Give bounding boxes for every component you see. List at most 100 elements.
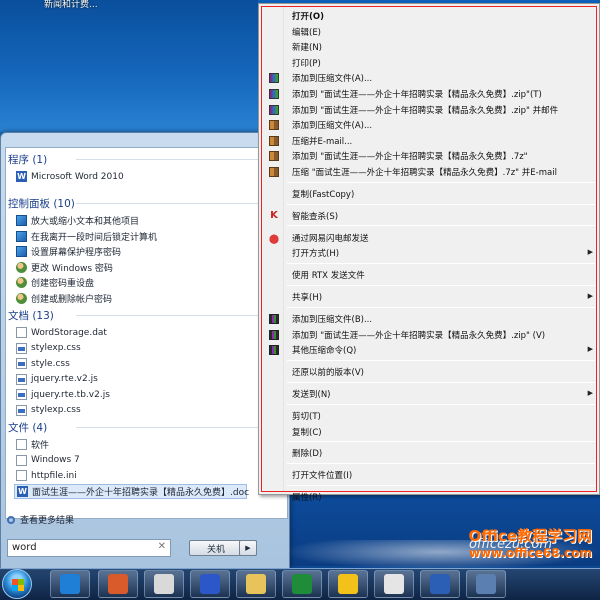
result-item[interactable]: stylexp.css <box>16 341 81 356</box>
taskbar-button[interactable] <box>236 570 276 598</box>
menu-item[interactable]: 添加到压缩文件(B)... <box>263 311 595 327</box>
taskbar-button[interactable] <box>420 570 460 598</box>
group-header[interactable]: 文件 (4) <box>8 420 47 434</box>
menu-item[interactable]: 压缩并E-mail... <box>263 133 595 149</box>
menu-item[interactable]: 删除(D) <box>263 445 595 461</box>
menu-item-label: 添加到 "面试生涯——外企十年招聘实录【精品永久免费】.zip"(T) <box>292 90 542 100</box>
result-item[interactable]: style.css <box>16 356 70 371</box>
menu-icon-placeholder <box>267 291 281 303</box>
group-divider <box>76 315 281 316</box>
menu-separator <box>287 359 595 361</box>
result-item[interactable]: 创建密码重设盘 <box>16 275 94 290</box>
pen-tool-icon <box>154 574 174 594</box>
menu-item[interactable]: 编辑(E) <box>263 24 595 40</box>
shutdown-options-button[interactable]: ▶ <box>239 540 257 556</box>
result-item[interactable]: 在我离开一段时间后锁定计算机 <box>16 229 157 244</box>
books-icon <box>269 314 279 324</box>
menu-separator <box>287 203 595 205</box>
result-item[interactable]: Windows 7 <box>16 453 80 468</box>
menu-item[interactable]: 打开(O) <box>263 8 595 24</box>
desktop-icon-label[interactable]: 新闻和计费... <box>44 0 98 10</box>
menu-item[interactable]: 添加到 "面试生涯——外企十年招聘实录【精品永久免费】.zip"(T) <box>263 86 595 102</box>
antivirus-icon: K <box>270 209 278 221</box>
menu-item[interactable]: 复制(C) <box>263 424 595 440</box>
menu-item[interactable]: 剪切(T) <box>263 408 595 424</box>
taskbar-button[interactable] <box>374 570 414 598</box>
result-item-label: style.css <box>31 358 70 369</box>
menu-item[interactable]: 打印(P) <box>263 55 595 71</box>
watermark-main: Office教程学习网 <box>468 527 592 545</box>
search-input-value: word <box>12 542 37 553</box>
group-header[interactable]: 程序 (1) <box>8 152 47 166</box>
menu-item[interactable]: 添加到 "面试生涯——外企十年招聘实录【精品永久免费】.7z" <box>263 148 595 164</box>
taskbar-button[interactable] <box>328 570 368 598</box>
taskbar-button[interactable] <box>190 570 230 598</box>
result-item[interactable]: W 面试生涯——外企十年招聘实录【精品永久免费】.doc <box>14 483 250 499</box>
file-icon <box>16 327 27 338</box>
result-item[interactable]: 软件 <box>16 437 49 452</box>
menu-item-label: 智能查杀(S) <box>292 211 339 222</box>
taskbar <box>0 568 600 600</box>
menu-item[interactable]: 添加到压缩文件(A)... <box>263 117 595 133</box>
result-item[interactable]: W Microsoft Word 2010 <box>16 169 124 184</box>
result-item[interactable]: stylexp.css <box>16 403 81 418</box>
paint-icon <box>108 574 128 594</box>
menu-separator <box>287 441 595 443</box>
taskbar-button[interactable] <box>466 570 506 598</box>
taskbar-button[interactable] <box>144 570 184 598</box>
menu-item[interactable]: 复制(FastCopy) <box>263 186 595 202</box>
menu-item[interactable]: 打开文件位置(I) <box>263 467 595 483</box>
start-button[interactable] <box>2 569 32 599</box>
submenu-arrow-icon: ▶ <box>587 389 593 397</box>
result-item[interactable]: httpfile.ini <box>16 468 77 483</box>
winrar-icon <box>269 89 279 99</box>
menu-item[interactable]: 新建(N) <box>263 39 595 55</box>
taskbar-button[interactable] <box>98 570 138 598</box>
search-input[interactable]: word ✕ <box>7 539 171 557</box>
7zip-icon <box>269 135 279 146</box>
group-header[interactable]: 控制面板 (10) <box>8 196 75 210</box>
menu-item[interactable]: 发送到(N) ▶ <box>263 386 595 402</box>
menu-separator <box>287 181 595 183</box>
control-panel-icon <box>16 230 27 242</box>
group-header[interactable]: 文档 (13) <box>8 308 54 322</box>
result-item-label: 面试生涯——外企十年招聘实录【精品永久免费】.doc <box>32 487 250 498</box>
menu-separator <box>287 381 595 383</box>
windows-logo-icon <box>12 579 24 591</box>
menu-item[interactable]: 添加到 "面试生涯——外企十年招聘实录【精品永久免费】.zip" 并邮件 <box>263 102 595 118</box>
result-item-label: 在我离开一段时间后锁定计算机 <box>31 232 158 243</box>
clear-search-icon[interactable]: ✕ <box>158 541 166 552</box>
menu-item[interactable]: 通过网易闪电邮发送 <box>263 230 595 246</box>
result-item[interactable]: 更改 Windows 密码 <box>16 260 113 275</box>
menu-item-label: 其他压缩命令(Q) <box>292 346 357 357</box>
menu-item[interactable]: 添加到 "面试生涯——外企十年招聘实录【精品永久免费】.zip" (V) <box>263 327 595 343</box>
result-item-label: WordStorage.dat <box>31 327 107 338</box>
menu-item-label: 添加到 "面试生涯——外企十年招聘实录【精品永久免费】.7z" <box>292 152 528 163</box>
menu-item[interactable]: 压缩 "面试生涯——外企十年招聘实录【精品永久免费】.7z" 并E-mail <box>263 164 595 180</box>
result-item[interactable]: 创建或删除帐户密码 <box>16 291 112 306</box>
menu-item[interactable]: 共享(H) ▶ <box>263 289 595 305</box>
menu-item[interactable]: 属性(R) <box>263 489 595 505</box>
menu-item[interactable]: 其他压缩命令(Q) ▶ <box>263 342 595 358</box>
result-item-label: stylexp.css <box>31 405 81 415</box>
submenu-arrow-icon: ▶ <box>587 345 593 354</box>
menu-item[interactable]: 添加到压缩文件(A)... <box>263 70 595 86</box>
menu-item[interactable]: 打开方式(H) ▶ <box>263 245 595 261</box>
menu-separator <box>287 225 595 227</box>
result-item[interactable]: WordStorage.dat <box>16 325 107 340</box>
menu-icon-placeholder <box>267 426 281 438</box>
taskbar-button[interactable] <box>282 570 322 598</box>
menu-item[interactable]: 使用 RTX 发送文件 <box>263 267 595 283</box>
result-item[interactable]: jquery.rte.tb.v2.js <box>16 387 110 402</box>
result-item[interactable]: 设置屏幕保护程序密码 <box>16 244 121 259</box>
menu-item-label: 打开文件位置(I) <box>292 471 353 482</box>
menu-item[interactable]: K 智能查杀(S) <box>263 208 595 224</box>
menu-item[interactable]: 还原以前的版本(V) <box>263 364 595 380</box>
see-more-results[interactable]: 查看更多结果 <box>7 513 74 526</box>
menu-item-label: 添加到压缩文件(B)... <box>292 315 373 325</box>
result-item[interactable]: 放大或缩小文本和其他项目 <box>16 213 139 228</box>
result-item-label: 更改 Windows 密码 <box>31 263 113 274</box>
result-item[interactable]: jquery.rte.v2.js <box>16 372 98 387</box>
winrar-icon <box>269 73 279 84</box>
taskbar-button[interactable] <box>50 570 90 598</box>
